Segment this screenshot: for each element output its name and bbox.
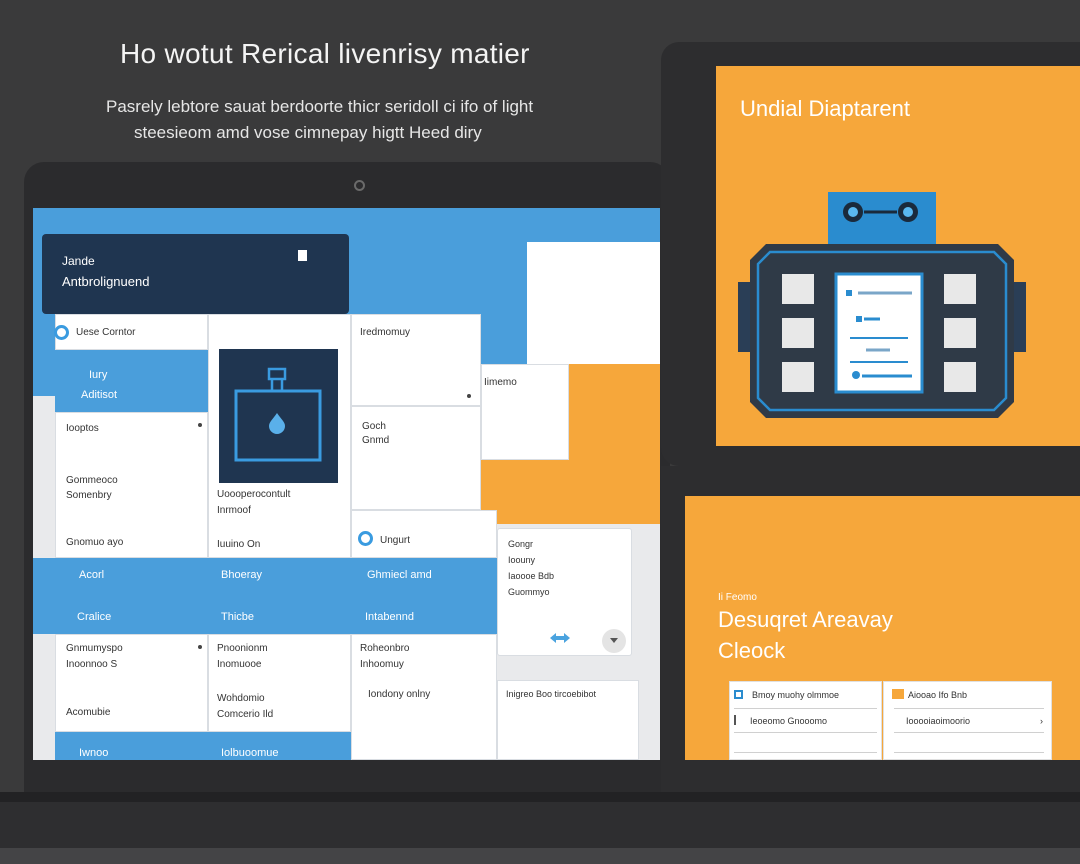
grid-cell-c[interactable]: Roheonbro Inhoomuy Iondony onlny xyxy=(351,634,497,760)
detail-line-2: Ioouny xyxy=(508,555,536,565)
grid-c-line2: Inhoomuy xyxy=(360,659,404,670)
grid-a-line2: Inoonnoo S xyxy=(66,659,118,670)
check-label-a: Goch xyxy=(362,421,386,432)
band-label-f[interactable]: Intabennd xyxy=(365,610,414,625)
grid-b-line1: Pnoonionm xyxy=(217,643,268,654)
grid-c-line1: Roheonbro xyxy=(360,643,410,654)
dashboard-header-card[interactable]: Jande Antbrolignuend xyxy=(42,234,349,314)
inventory-label: Iredmomuy xyxy=(360,327,411,338)
desk-surface xyxy=(0,848,1080,864)
device-caption-c: Iuuino On xyxy=(217,539,261,550)
device-caption-b: Inrmoof xyxy=(217,505,251,516)
monitor-2-title-line1: Desuqret Areavay xyxy=(718,607,893,632)
toggle-option-card[interactable]: Ungurt xyxy=(351,510,497,558)
detail-line-4: Guommyo xyxy=(508,587,550,597)
user-control-cell[interactable]: Uese Corntor xyxy=(54,314,208,350)
detail-line-1: Gongr xyxy=(508,539,534,549)
grid-cell-a[interactable]: Gnmumyspo Inoonnoo S Acomubie xyxy=(55,634,208,732)
blue-footer-band: Iwnoo Iolbuoomue xyxy=(55,732,351,760)
grid-a-line1: Gnmumyspo xyxy=(66,643,123,654)
grid-cell-d[interactable]: Inigreo Boo tircoebibot xyxy=(497,680,639,760)
monitor-2-card-1[interactable]: Bmoy muohy olmmoe Ieoeomo Gnooomo xyxy=(729,681,882,760)
options-item-label: Iooptos xyxy=(66,423,99,434)
grid-c-line3: Iondony onlny xyxy=(368,689,431,700)
header-card-line2: Antbrolignuend xyxy=(62,274,150,289)
monitor-1-title: Undial Diaptarent xyxy=(740,96,910,121)
item-card[interactable]: Iimemo xyxy=(481,364,569,460)
drop-icon xyxy=(269,413,285,434)
device-preview-panel xyxy=(219,349,338,483)
more-dot-icon[interactable] xyxy=(198,645,202,649)
check-card[interactable]: Goch Gnmd xyxy=(351,406,481,510)
laptop-camera-icon xyxy=(354,180,365,191)
item-card-label: Iimemo xyxy=(484,377,517,388)
checkbox-icon[interactable] xyxy=(734,690,743,699)
grid-a-line3: Acomubie xyxy=(66,707,111,718)
page-subline: Pasrely lebtore sauat berdoorte thicr se… xyxy=(106,94,646,146)
band-label-c[interactable]: Ghmiecl amd xyxy=(367,568,432,583)
page-headline: Ho wotut Rerical livenrisy matier xyxy=(120,38,530,69)
grid-b-line3: Wohdomio xyxy=(217,693,265,704)
nav-item-label-a[interactable]: Iury xyxy=(89,368,107,383)
more-dot-icon[interactable] xyxy=(198,423,202,427)
radio-icon[interactable] xyxy=(358,531,373,546)
laptop-hinge xyxy=(0,792,1080,802)
monitor-2-title-line2: Cleock xyxy=(718,638,786,663)
options-list-card[interactable]: Iooptos Gommeoco Somenbry Gnomuo ayo xyxy=(55,412,208,558)
more-dot-icon[interactable] xyxy=(467,394,471,398)
radio-icon[interactable] xyxy=(54,325,69,340)
header-card-line1: Jande xyxy=(62,254,95,268)
grid-d-line1: Inigreo Boo tircoebibot xyxy=(506,689,597,699)
card-2-divider xyxy=(894,732,1044,733)
card-1-divider xyxy=(734,708,877,709)
band-label-d[interactable]: Cralice xyxy=(77,610,111,625)
band-label-a[interactable]: Acorl xyxy=(79,568,104,583)
document-icon[interactable] xyxy=(298,250,307,261)
card-1-bar-icon xyxy=(734,715,736,725)
device-caption-a: Uoooperocontult xyxy=(217,489,291,500)
laptop-screen: Jande Antbrolignuend Uese Corntor Iury A… xyxy=(33,208,660,760)
robot-icon xyxy=(738,192,1026,418)
inventory-card[interactable]: Iredmomuy xyxy=(351,314,481,406)
card-2-header: Aiooao Ifo Bnb xyxy=(908,690,968,700)
monitor-2-card-2[interactable]: Aiooao Ifo Bnb Iooooiaoimoorio › xyxy=(883,681,1052,760)
user-control-label: Uese Corntor xyxy=(76,327,136,338)
toggle-option-label: Ungurt xyxy=(380,535,411,546)
grid-b-line4: Comcerio Ild xyxy=(217,709,274,720)
resize-arrows-icon[interactable] xyxy=(548,631,572,645)
card-2-divider xyxy=(894,708,1044,709)
card-2-divider xyxy=(894,752,1044,753)
grid-b-line2: Inomuooe xyxy=(217,659,262,670)
group-label: Gnomuo ayo xyxy=(66,537,124,548)
summary-label-b: Somenbry xyxy=(66,490,112,501)
nav-item-label-b[interactable]: Aditisot xyxy=(81,388,117,403)
card-2-more-icon[interactable]: › xyxy=(1040,716,1043,726)
band-label-e[interactable]: Thicbe xyxy=(221,610,254,625)
folder-icon xyxy=(892,689,904,699)
band-label-b[interactable]: Bhoeray xyxy=(221,568,262,583)
robot-icon xyxy=(234,367,322,462)
footer-label-b[interactable]: Iolbuoomue xyxy=(221,746,279,760)
subline-line-2: steesieom amd vose cimnepay higtt Heed d… xyxy=(134,123,482,142)
subline-line-1: Pasrely lebtore sauat berdoorte thicr se… xyxy=(106,97,534,116)
detail-popover[interactable]: Gongr Ioouny Iaoooe Bdb Guommyo xyxy=(497,528,632,656)
chevron-down-icon[interactable] xyxy=(602,629,626,653)
summary-label-a: Gommeoco xyxy=(66,475,118,486)
blue-header-band: Acorl Bhoeray Ghmiecl amd Cralice Thicbe… xyxy=(33,558,497,634)
card-2-row: Iooooiaoimoorio xyxy=(906,716,971,726)
card-1-divider xyxy=(734,752,877,753)
grid-cell-b[interactable]: Pnoonionm Inomuooe Wohdomio Comcerio Ild xyxy=(208,634,351,732)
check-label-b: Gnmd xyxy=(362,435,390,446)
footer-label-a[interactable]: Iwnoo xyxy=(79,746,108,760)
card-1-divider xyxy=(734,732,877,733)
card-1-row: Ieoeomo Gnooomo xyxy=(750,716,828,726)
device-preview-card[interactable]: Uoooperocontult Inrmoof Iuuino On xyxy=(208,314,351,558)
detail-line-3: Iaoooe Bdb xyxy=(508,571,555,581)
monitor-2-eyebrow: Ii Feomo xyxy=(718,592,757,603)
card-1-header: Bmoy muohy olmmoe xyxy=(752,690,840,700)
screen-white-block xyxy=(527,242,660,366)
